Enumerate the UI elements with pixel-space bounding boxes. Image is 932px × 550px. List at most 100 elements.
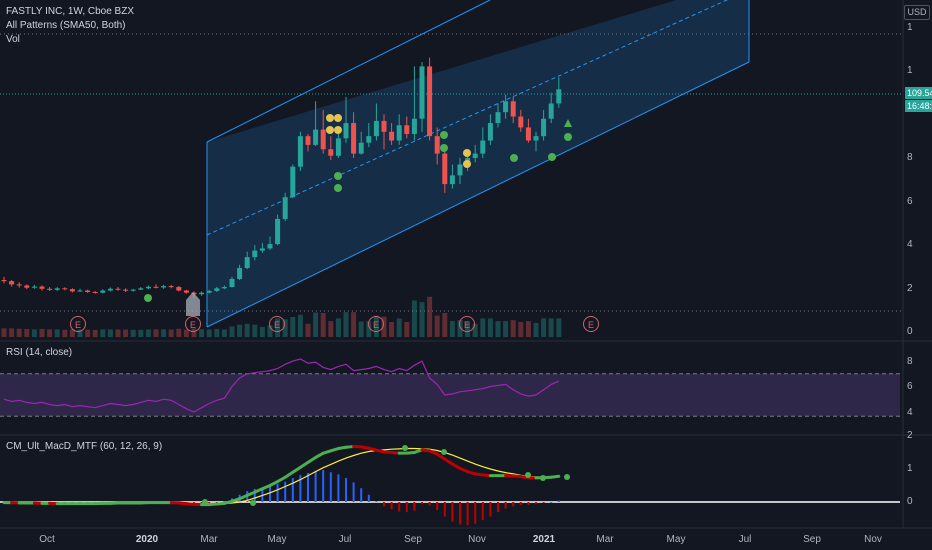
macd-histogram-bar (337, 474, 340, 502)
volume-bar (320, 313, 326, 337)
candle-body (381, 120, 387, 132)
candle-body (100, 290, 106, 293)
volume-bar (123, 329, 129, 337)
candle-body (54, 288, 60, 290)
chart-canvas[interactable] (0, 0, 932, 550)
volume-bar (24, 329, 30, 337)
x-tick-label: Oct (39, 534, 55, 545)
candle-body (176, 287, 182, 291)
candle-body (457, 164, 463, 176)
candle-body (480, 140, 486, 154)
pattern-marker-yellow (334, 114, 342, 122)
pattern-marker-green (440, 144, 448, 152)
macd-histogram-bar (421, 502, 423, 505)
pattern-marker-gray (186, 292, 200, 316)
candle-body (297, 136, 303, 167)
candle-body (449, 175, 455, 185)
candle-body (92, 292, 98, 294)
macd-histogram-bar (519, 502, 522, 505)
candle-body (541, 118, 547, 137)
candle-body (305, 136, 311, 145)
macd-histogram-bar (557, 500, 560, 502)
candle-body (351, 123, 357, 154)
volume-bar (480, 318, 486, 337)
countdown-tag: 16:48: (905, 100, 932, 112)
pattern-marker-yellow (463, 160, 471, 168)
pattern-marker-yellow (463, 149, 471, 157)
volume-bar (145, 329, 151, 337)
pattern-marker-green (334, 184, 342, 192)
volume-bar (495, 321, 501, 337)
candle-body (358, 142, 364, 154)
volume-bar (206, 329, 212, 337)
macd-histogram-bar (443, 502, 446, 517)
volume-bar (168, 329, 174, 337)
candle-body (518, 116, 524, 128)
candle-body (427, 66, 433, 137)
volume-bar (100, 329, 106, 337)
x-tick-label: Mar (200, 534, 218, 545)
rsi-axis-label: 6 (907, 381, 913, 392)
volume-bar (419, 302, 425, 337)
macd-histogram-bar (360, 488, 363, 502)
candle-body (510, 101, 516, 117)
candle-body (373, 120, 379, 137)
volume-bar (237, 324, 243, 337)
earnings-marker[interactable]: E (368, 316, 384, 332)
volume-bar (199, 329, 205, 337)
volume-bar (525, 321, 531, 337)
volume-bar (244, 323, 250, 337)
macd-histogram-bar (428, 502, 431, 506)
candle-body (495, 112, 501, 124)
candle-body (290, 166, 296, 198)
earnings-marker[interactable]: E (70, 316, 86, 332)
volume-bar (548, 318, 554, 337)
macd-histogram-bar (459, 502, 461, 525)
candle-body (9, 281, 15, 285)
volume-bar (449, 321, 455, 337)
macd-cross-marker (202, 499, 208, 505)
x-tick-label: 2021 (532, 534, 556, 545)
candle-body (24, 285, 30, 288)
macd-histogram-bar (436, 502, 439, 510)
earnings-marker[interactable]: E (459, 316, 475, 332)
macd-line-segment (549, 474, 561, 479)
volume-bar (16, 328, 22, 337)
macd-histogram-bar (466, 502, 469, 526)
patterns-indicator-label: All Patterns (SMA50, Both) (6, 20, 126, 31)
volume-bar (427, 296, 433, 337)
macd-histogram-bar (291, 478, 294, 502)
volume-bar (62, 329, 68, 337)
price-axis-label: 1 (907, 22, 913, 33)
candle-body (259, 248, 265, 251)
macd-cross-marker (250, 500, 256, 506)
candle-body (503, 101, 509, 113)
earnings-marker[interactable]: E (269, 316, 285, 332)
macd-histogram-bar (542, 502, 545, 503)
candle-body (199, 292, 205, 295)
candle-body (389, 131, 395, 141)
pattern-marker-green (564, 133, 572, 141)
currency-button[interactable]: USD (904, 5, 930, 20)
macd-histogram-bar (367, 494, 370, 502)
volume-bar (92, 329, 98, 337)
candle-body (221, 287, 227, 289)
volume-bar (389, 322, 395, 337)
x-tick-label: Sep (803, 534, 821, 545)
macd-histogram-bar (497, 502, 499, 513)
volume-bar (39, 328, 45, 337)
volume-bar (107, 329, 113, 337)
candle-body (411, 118, 417, 134)
earnings-marker[interactable]: E (583, 316, 599, 332)
volume-bar (434, 315, 440, 337)
volume-bar (54, 329, 60, 337)
macd-histogram-bar (550, 502, 553, 503)
earnings-marker[interactable]: E (185, 316, 201, 332)
volume-bar (1, 328, 7, 337)
pattern-marker-green (144, 294, 152, 302)
candle-body (206, 290, 212, 293)
candle-body (69, 289, 75, 292)
candle-body (107, 288, 113, 291)
macd-histogram-bar (405, 502, 408, 513)
candle-body (168, 286, 174, 288)
